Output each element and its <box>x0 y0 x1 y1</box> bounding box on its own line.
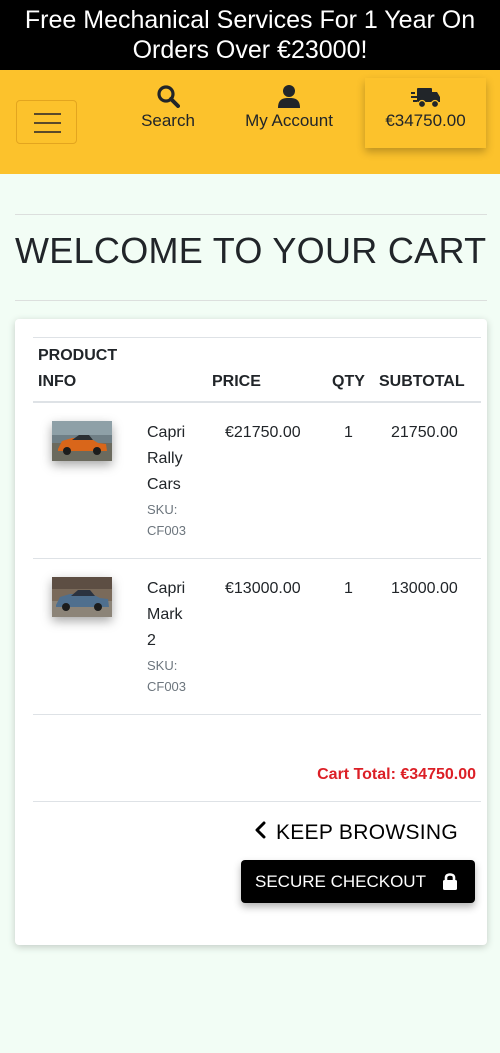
nav-search-label: Search <box>141 111 195 130</box>
column-header-product-info: PRODUCT INFO <box>38 343 117 395</box>
hamburger-bar <box>34 122 61 124</box>
product-name-capri-mark-2[interactable]: Capri Mark 2 <box>147 576 185 654</box>
column-header-product-line-2: INFO <box>38 373 77 390</box>
sku-value: CF003 <box>147 679 187 694</box>
product-name-line: Cars <box>147 476 181 493</box>
product-name-line: 2 <box>147 632 156 649</box>
promo-banner-line-2: Orders Over €23000! <box>132 36 368 64</box>
shipping-truck-icon <box>410 88 440 109</box>
hamburger-menu-icon <box>34 113 61 115</box>
divider <box>15 300 487 301</box>
product-qty: 1 <box>344 580 353 597</box>
product-image-capri-rally[interactable] <box>52 421 112 461</box>
product-name-line: Capri <box>147 424 186 441</box>
product-qty: 1 <box>344 424 353 441</box>
site-header: Search My Account €34750.00 <box>0 70 500 174</box>
column-header-price: PRICE <box>212 373 261 390</box>
product-name-line: Mark <box>147 606 183 623</box>
product-name-line: Rally <box>147 450 183 467</box>
cart-card: PRODUCT INFO PRICE QTY SUBTOTAL Capri Ra… <box>15 319 487 945</box>
lock-icon <box>443 873 457 890</box>
sku-label: SKU: <box>147 658 178 673</box>
hamburger-bar <box>34 131 61 133</box>
nav-my-account[interactable]: My Account <box>243 84 335 131</box>
product-image-capri-mark-2[interactable] <box>52 577 112 617</box>
nav-cart-total[interactable]: €34750.00 <box>365 78 486 148</box>
divider <box>15 214 487 215</box>
search-icon <box>157 85 180 108</box>
secure-checkout-label: SECURE CHECKOUT <box>255 872 426 891</box>
nav-my-account-label: My Account <box>245 111 333 130</box>
product-subtotal: 21750.00 <box>391 424 458 441</box>
cart-total-label: €34750.00 <box>385 111 466 130</box>
sku-value: CF003 <box>147 523 187 538</box>
row-divider <box>33 558 481 559</box>
column-header-subtotal: SUBTOTAL <box>379 373 465 390</box>
promo-banner-line-1: Free Mechanical Services For 1 Year On <box>24 6 476 34</box>
sku-label: SKU: <box>147 502 178 517</box>
table-top-border <box>33 337 481 338</box>
cart-total: Cart Total: €34750.00 <box>317 766 476 783</box>
product-sku: SKU: CF003 <box>147 499 186 541</box>
product-name-capri-rally-cars[interactable]: Capri Rally Cars <box>147 420 185 498</box>
column-header-product-line-1: PRODUCT <box>38 347 118 364</box>
hamburger-menu-button[interactable] <box>16 100 77 144</box>
promo-banner: Free Mechanical Services For 1 Year On O… <box>0 0 500 70</box>
summary-divider <box>33 801 481 802</box>
chevron-left-icon <box>254 821 266 845</box>
keep-browsing-link[interactable]: KEEP BROWSING <box>254 821 458 845</box>
nav-search[interactable]: Search <box>140 84 196 131</box>
page-title: WELCOME TO YOUR CART <box>15 230 487 271</box>
product-name-line: Capri <box>147 580 186 597</box>
user-icon <box>278 85 300 108</box>
product-price: €21750.00 <box>225 424 301 441</box>
product-price: €13000.00 <box>225 580 301 597</box>
secure-checkout-button[interactable]: SECURE CHECKOUT <box>241 860 475 903</box>
product-sku: SKU: CF003 <box>147 655 186 697</box>
column-header-qty: QTY <box>332 373 365 390</box>
keep-browsing-label: KEEP BROWSING <box>275 821 458 844</box>
row-divider <box>33 714 481 715</box>
product-subtotal: 13000.00 <box>391 580 458 597</box>
table-header-border <box>33 401 481 403</box>
